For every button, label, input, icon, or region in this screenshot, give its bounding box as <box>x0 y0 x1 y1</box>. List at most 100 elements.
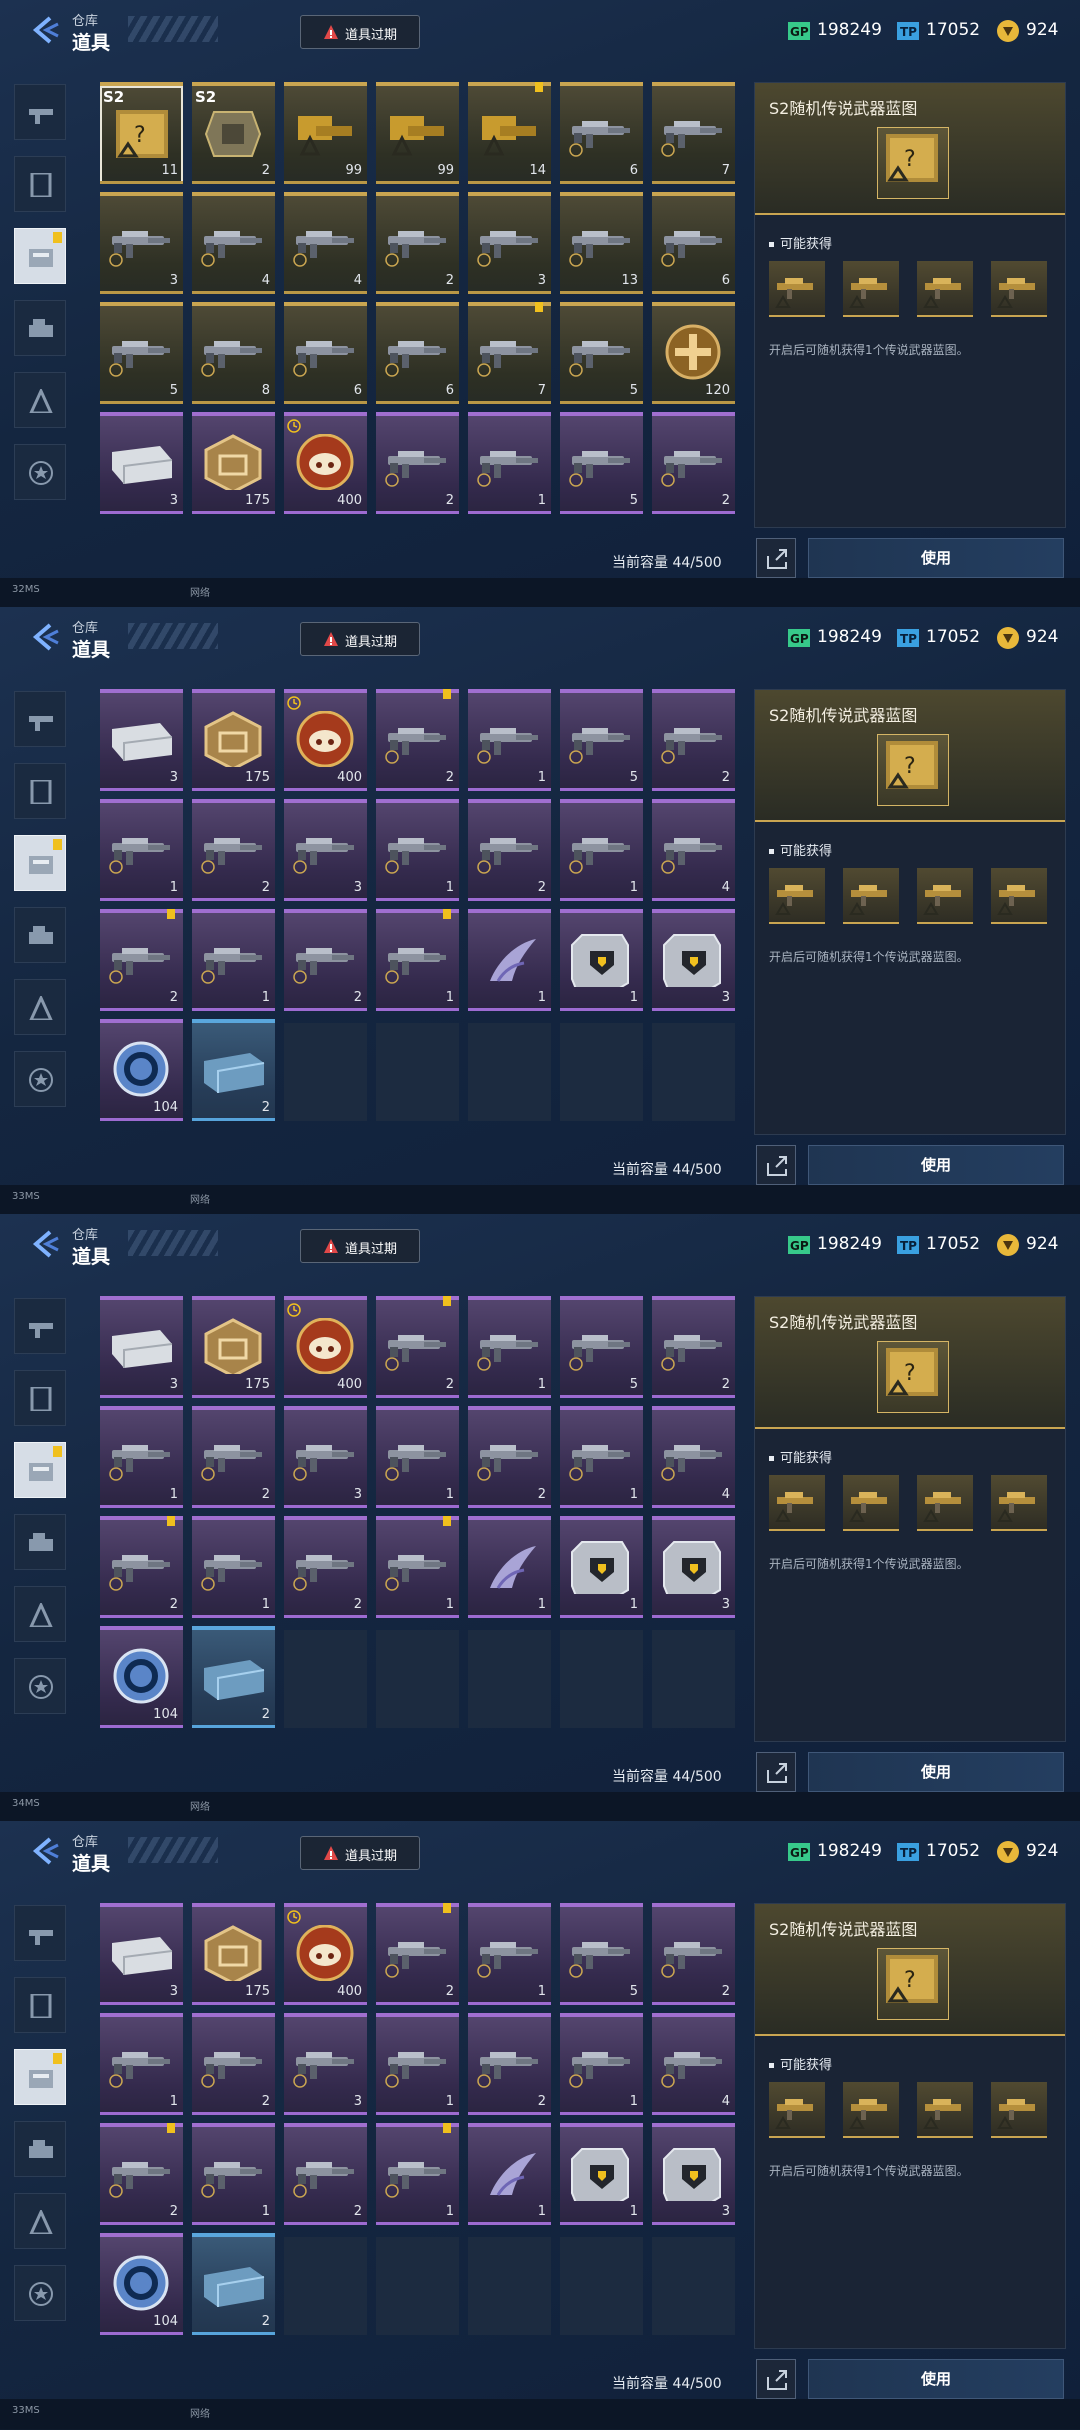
item-slot[interactable]: 2 <box>192 799 275 901</box>
item-slot[interactable]: 3 <box>284 1406 367 1508</box>
item-slot[interactable]: 1 <box>100 799 183 901</box>
item-slot[interactable]: 2 <box>468 1406 551 1508</box>
reward-preview-slot[interactable] <box>917 261 973 317</box>
expired-items-button[interactable]: 道具过期 <box>300 1229 420 1263</box>
item-slot[interactable]: 2 <box>376 192 459 294</box>
item-slot[interactable]: 5 <box>560 1296 643 1398</box>
tab-badges[interactable] <box>14 1658 66 1714</box>
tab-badges[interactable] <box>14 1051 66 1107</box>
item-slot[interactable]: 104 <box>100 1626 183 1728</box>
tab-cards[interactable] <box>14 1977 66 2033</box>
tab-vehicles[interactable] <box>14 2121 66 2177</box>
tab-cards[interactable] <box>14 763 66 819</box>
item-slot[interactable]: 1 <box>468 1903 551 2005</box>
item-slot[interactable]: 1 <box>468 1296 551 1398</box>
item-slot[interactable]: 2 <box>652 689 735 791</box>
reward-preview-slot[interactable] <box>843 2082 899 2138</box>
tab-weapons[interactable] <box>14 1298 66 1354</box>
item-slot[interactable]: 400 <box>284 412 367 514</box>
item-slot[interactable]: 1 <box>468 689 551 791</box>
item-slot[interactable]: 175 <box>192 412 275 514</box>
item-slot[interactable]: 3 <box>284 2013 367 2115</box>
tab-badges[interactable] <box>14 444 66 500</box>
reward-preview-slot[interactable] <box>917 1475 973 1531</box>
item-slot[interactable]: 2 <box>468 799 551 901</box>
item-slot[interactable]: 1 <box>100 2013 183 2115</box>
expired-items-button[interactable]: 道具过期 <box>300 15 420 49</box>
item-slot[interactable]: 1 <box>376 1406 459 1508</box>
item-slot[interactable]: S2 2 <box>192 82 275 184</box>
expired-items-button[interactable]: 道具过期 <box>300 1836 420 1870</box>
item-slot[interactable]: 4 <box>652 2013 735 2115</box>
item-slot[interactable]: 400 <box>284 689 367 791</box>
item-slot[interactable]: 4 <box>192 192 275 294</box>
item-slot[interactable]: 1 <box>192 1516 275 1618</box>
item-slot[interactable]: 3 <box>100 689 183 791</box>
item-slot[interactable]: 1 <box>560 909 643 1011</box>
item-slot[interactable]: 175 <box>192 1296 275 1398</box>
item-slot[interactable]: 5 <box>560 689 643 791</box>
item-slot[interactable]: 2 <box>468 2013 551 2115</box>
reward-preview-slot[interactable] <box>991 2082 1047 2138</box>
item-slot[interactable]: 1 <box>192 909 275 1011</box>
reward-preview-slot[interactable] <box>769 2082 825 2138</box>
back-arrow-icon[interactable] <box>28 621 60 653</box>
tab-vehicles[interactable] <box>14 907 66 963</box>
item-slot[interactable]: 1 <box>560 799 643 901</box>
item-slot[interactable]: 104 <box>100 2233 183 2335</box>
use-button[interactable]: 使用 <box>808 2359 1064 2399</box>
item-slot[interactable]: 5 <box>560 412 643 514</box>
share-button[interactable] <box>756 1145 796 1185</box>
tab-vehicles[interactable] <box>14 1514 66 1570</box>
item-slot[interactable]: 99 <box>284 82 367 184</box>
item-slot[interactable]: 6 <box>284 302 367 404</box>
reward-preview-slot[interactable] <box>769 868 825 924</box>
item-slot[interactable]: 400 <box>284 1296 367 1398</box>
share-button[interactable] <box>756 2359 796 2399</box>
item-slot[interactable]: 175 <box>192 1903 275 2005</box>
item-slot[interactable]: 2 <box>284 909 367 1011</box>
item-slot[interactable]: ? S2 11 <box>100 82 183 184</box>
item-slot[interactable]: 5 <box>560 302 643 404</box>
item-slot[interactable]: 1 <box>560 1406 643 1508</box>
item-slot[interactable]: 120 <box>652 302 735 404</box>
item-slot[interactable]: 1 <box>192 2123 275 2225</box>
tab-cards[interactable] <box>14 156 66 212</box>
tab-weapons[interactable] <box>14 691 66 747</box>
item-slot[interactable]: 1 <box>560 2123 643 2225</box>
item-slot[interactable]: 3 <box>284 799 367 901</box>
item-slot[interactable]: 2 <box>652 1903 735 2005</box>
item-slot[interactable]: 1 <box>468 909 551 1011</box>
item-slot[interactable]: 3 <box>100 192 183 294</box>
item-slot[interactable]: 2 <box>376 412 459 514</box>
tab-items[interactable] <box>14 228 66 284</box>
item-slot[interactable]: 99 <box>376 82 459 184</box>
item-slot[interactable]: 2 <box>284 1516 367 1618</box>
item-slot[interactable]: 1 <box>468 1516 551 1618</box>
reward-preview-slot[interactable] <box>991 261 1047 317</box>
tab-weapons[interactable] <box>14 1905 66 1961</box>
item-slot[interactable]: 2 <box>652 1296 735 1398</box>
tab-blueprints[interactable] <box>14 372 66 428</box>
use-button[interactable]: 使用 <box>808 1145 1064 1185</box>
item-slot[interactable]: 2 <box>192 1626 275 1728</box>
item-slot[interactable]: 1 <box>376 799 459 901</box>
item-slot[interactable]: 7 <box>468 302 551 404</box>
item-slot[interactable]: 104 <box>100 1019 183 1121</box>
use-button[interactable]: 使用 <box>808 538 1064 578</box>
item-slot[interactable]: 2 <box>376 1903 459 2005</box>
item-slot[interactable]: 2 <box>376 1296 459 1398</box>
item-slot[interactable]: 2 <box>100 909 183 1011</box>
item-slot[interactable]: 4 <box>652 1406 735 1508</box>
item-slot[interactable]: 3 <box>652 2123 735 2225</box>
item-slot[interactable]: 2 <box>192 1019 275 1121</box>
reward-preview-slot[interactable] <box>991 868 1047 924</box>
item-slot[interactable]: 3 <box>652 1516 735 1618</box>
tab-cards[interactable] <box>14 1370 66 1426</box>
item-slot[interactable]: 7 <box>652 82 735 184</box>
item-slot[interactable]: 2 <box>652 412 735 514</box>
item-slot[interactable]: 4 <box>284 192 367 294</box>
item-slot[interactable]: 2 <box>376 689 459 791</box>
item-slot[interactable]: 3 <box>100 1296 183 1398</box>
item-slot[interactable]: 1 <box>376 2123 459 2225</box>
